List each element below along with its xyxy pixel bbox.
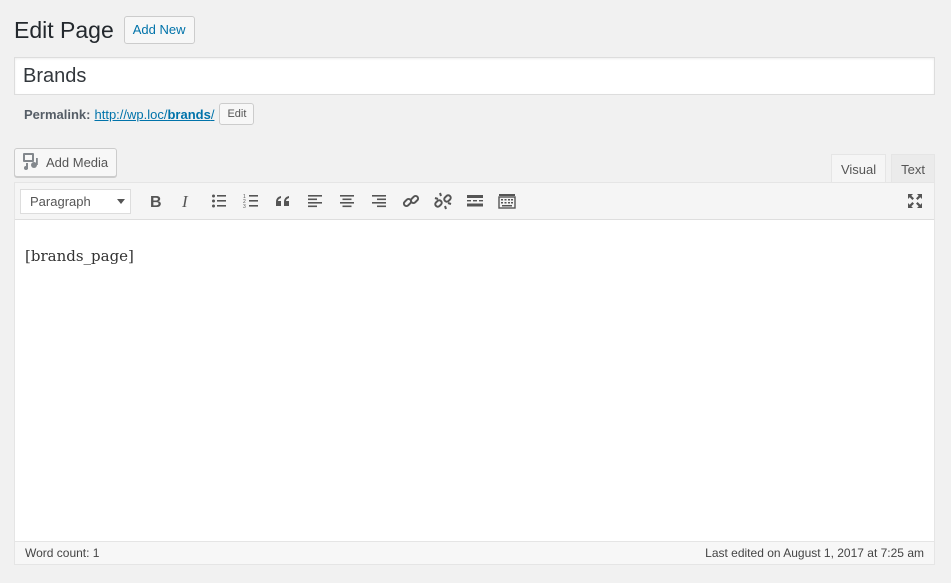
fullscreen-icon[interactable]: [899, 186, 931, 216]
editor-tabs: Visual Text: [830, 154, 935, 184]
editor-status-bar: Word count: 1 Last edited on August 1, 2…: [15, 541, 934, 564]
add-new-button[interactable]: Add New: [123, 16, 195, 44]
permalink-url-suffix: /: [210, 106, 215, 122]
align-center-icon[interactable]: [331, 186, 363, 216]
toolbar-toggle-icon[interactable]: [491, 186, 523, 216]
italic-icon[interactable]: I: [171, 186, 203, 216]
tab-text[interactable]: Text: [891, 154, 935, 183]
align-right-icon[interactable]: [363, 186, 395, 216]
media-icon: [22, 152, 40, 173]
read-more-icon[interactable]: [459, 186, 491, 216]
link-icon[interactable]: [395, 186, 427, 216]
page-title: Edit Page: [14, 16, 114, 43]
chevron-down-icon: [117, 198, 125, 204]
format-select-value: Paragraph: [30, 193, 91, 209]
permalink-row: Permalink: http://wp.loc/brands/ Edit: [24, 103, 255, 125]
svg-text:B: B: [150, 194, 162, 209]
permalink-url-prefix: http://wp.loc/: [94, 106, 168, 122]
page-heading: Edit Page Add New: [14, 16, 195, 44]
permalink-label: Permalink:: [24, 106, 91, 122]
editor-toolbar: Paragraph B I 1 2 3: [15, 183, 934, 220]
content-paragraph: [brands_page]: [25, 247, 134, 265]
add-media-button[interactable]: Add Media: [14, 148, 118, 177]
add-media-label: Add Media: [46, 155, 109, 170]
format-select[interactable]: Paragraph: [20, 188, 131, 214]
post-title-input[interactable]: [14, 57, 935, 95]
word-count: Word count: 1: [25, 546, 100, 560]
tab-visual[interactable]: Visual: [830, 154, 887, 184]
blockquote-icon[interactable]: [267, 186, 299, 216]
svg-text:3: 3: [243, 204, 246, 209]
editor: Paragraph B I 1 2 3 [brands_page] Word c…: [14, 182, 935, 565]
unlink-icon[interactable]: [427, 186, 459, 216]
last-edited: Last edited on August 1, 2017 at 7:25 am: [705, 546, 924, 560]
bold-icon[interactable]: B: [139, 186, 171, 216]
bullet-list-icon[interactable]: [203, 186, 235, 216]
svg-text:I: I: [181, 193, 189, 209]
editor-content[interactable]: [brands_page]: [15, 220, 934, 541]
permalink-edit-button[interactable]: Edit: [219, 103, 255, 125]
align-left-icon[interactable]: [299, 186, 331, 216]
permalink-slug: brands: [167, 106, 211, 122]
permalink-link[interactable]: http://wp.loc/brands/: [94, 107, 214, 122]
numbered-list-icon[interactable]: 1 2 3: [235, 186, 267, 216]
